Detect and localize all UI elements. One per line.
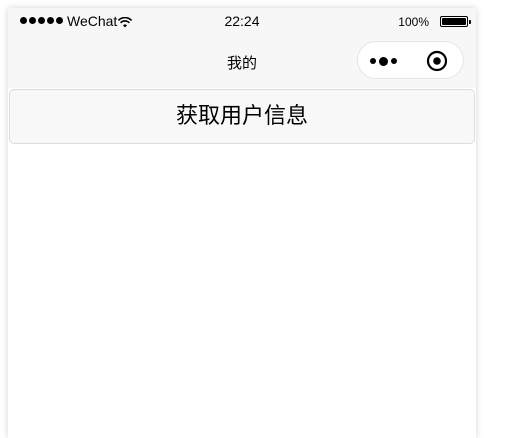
capsule-menu [357,41,464,79]
page-content: 获取用户信息 [8,88,476,438]
navigation-bar: 我的 [8,36,476,88]
phone-frame: WeChat 22:24 100% 我的 获取用户信息 [8,8,476,438]
get-userinfo-button[interactable]: 获取用户信息 [9,89,475,144]
battery-percent: 100% [398,15,429,29]
more-dots-icon[interactable] [370,52,410,70]
battery-icon [440,16,471,27]
status-bar: WeChat 22:24 100% [8,8,476,36]
close-target-icon[interactable] [426,50,448,72]
